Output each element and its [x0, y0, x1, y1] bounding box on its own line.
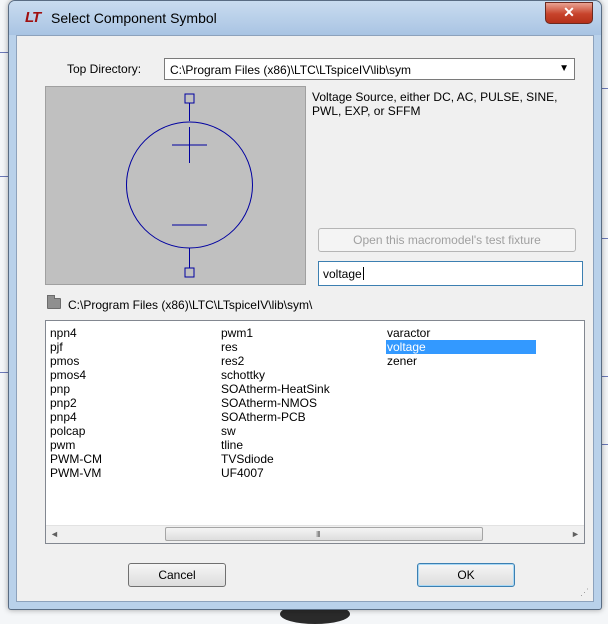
list-column-1: npn4 pjf pmos pmos4 pnp pnp2 pnp4 polcap…: [49, 326, 199, 480]
list-item[interactable]: sw: [220, 424, 370, 438]
grip-icon: III: [316, 530, 321, 539]
title-bar[interactable]: LT Select Component Symbol ✕: [9, 1, 601, 35]
ltspice-logo-icon: LT: [25, 9, 41, 26]
component-list[interactable]: npn4 pjf pmos pmos4 pnp pnp2 pnp4 polcap…: [45, 320, 585, 544]
list-item[interactable]: tline: [220, 438, 370, 452]
list-item[interactable]: pnp4: [49, 410, 199, 424]
list-item[interactable]: SOAtherm-PCB: [220, 410, 370, 424]
list-item[interactable]: schottky: [220, 368, 370, 382]
list-item[interactable]: pnp2: [49, 396, 199, 410]
chevron-down-icon: ▼: [559, 63, 569, 74]
background-wire: [0, 372, 8, 373]
folder-icon: [47, 295, 61, 309]
list-column-2: pwm1 res res2 schottky SOAtherm-HeatSink…: [220, 326, 370, 480]
scroll-right-arrow-icon[interactable]: ►: [567, 526, 584, 543]
list-item[interactable]: varactor: [386, 326, 536, 340]
list-item[interactable]: polcap: [49, 424, 199, 438]
list-item[interactable]: pnp: [49, 382, 199, 396]
scrollbar-thumb[interactable]: III: [165, 527, 483, 541]
list-item[interactable]: npn4: [49, 326, 199, 340]
list-item[interactable]: pwm1: [220, 326, 370, 340]
close-button[interactable]: ✕: [545, 2, 593, 24]
search-value: voltage: [323, 267, 362, 281]
list-item[interactable]: PWM-VM: [49, 466, 199, 480]
list-item[interactable]: res2: [220, 354, 370, 368]
component-description: Voltage Source, either DC, AC, PULSE, SI…: [312, 90, 558, 118]
list-item[interactable]: zener: [386, 354, 536, 368]
list-item[interactable]: PWM-CM: [49, 452, 199, 466]
top-directory-label: Top Directory:: [67, 62, 142, 76]
list-item[interactable]: SOAtherm-NMOS: [220, 396, 370, 410]
current-path-label: C:\Program Files (x86)\LTC\LTspiceIV\lib…: [68, 298, 313, 312]
list-item-selected[interactable]: voltage: [386, 340, 536, 354]
list-item[interactable]: pmos: [49, 354, 199, 368]
list-item[interactable]: res: [220, 340, 370, 354]
top-directory-dropdown[interactable]: C:\Program Files (x86)\LTC\LTspiceIV\lib…: [164, 58, 575, 80]
list-column-3: varactor voltage zener: [386, 326, 536, 368]
text-caret: [362, 267, 364, 280]
close-icon: ✕: [563, 4, 575, 20]
list-item[interactable]: TVSdiode: [220, 452, 370, 466]
background-wire: [0, 176, 8, 177]
horizontal-scrollbar[interactable]: ◄ III ►: [46, 525, 584, 543]
list-item[interactable]: UF4007: [220, 466, 370, 480]
select-component-dialog: LT Select Component Symbol ✕ Top Directo…: [8, 0, 602, 610]
dialog-body: Top Directory: C:\Program Files (x86)\LT…: [16, 35, 594, 602]
list-item[interactable]: pmos4: [49, 368, 199, 382]
resize-grip-icon[interactable]: ⋰: [580, 587, 589, 598]
background-wire: [0, 52, 8, 53]
open-test-fixture-button[interactable]: Open this macromodel's test fixture: [318, 228, 576, 252]
ok-button[interactable]: OK: [417, 563, 515, 587]
component-search-input[interactable]: voltage: [318, 261, 583, 286]
scroll-left-arrow-icon[interactable]: ◄: [46, 526, 63, 543]
list-item[interactable]: pwm: [49, 438, 199, 452]
voltage-source-symbol-icon: [126, 93, 253, 278]
dialog-title: Select Component Symbol: [51, 10, 217, 26]
top-directory-value: C:\Program Files (x86)\LTC\LTspiceIV\lib…: [170, 63, 411, 77]
symbol-preview: [45, 86, 306, 285]
list-item[interactable]: pjf: [49, 340, 199, 354]
cancel-button[interactable]: Cancel: [128, 563, 226, 587]
list-item[interactable]: SOAtherm-HeatSink: [220, 382, 370, 396]
